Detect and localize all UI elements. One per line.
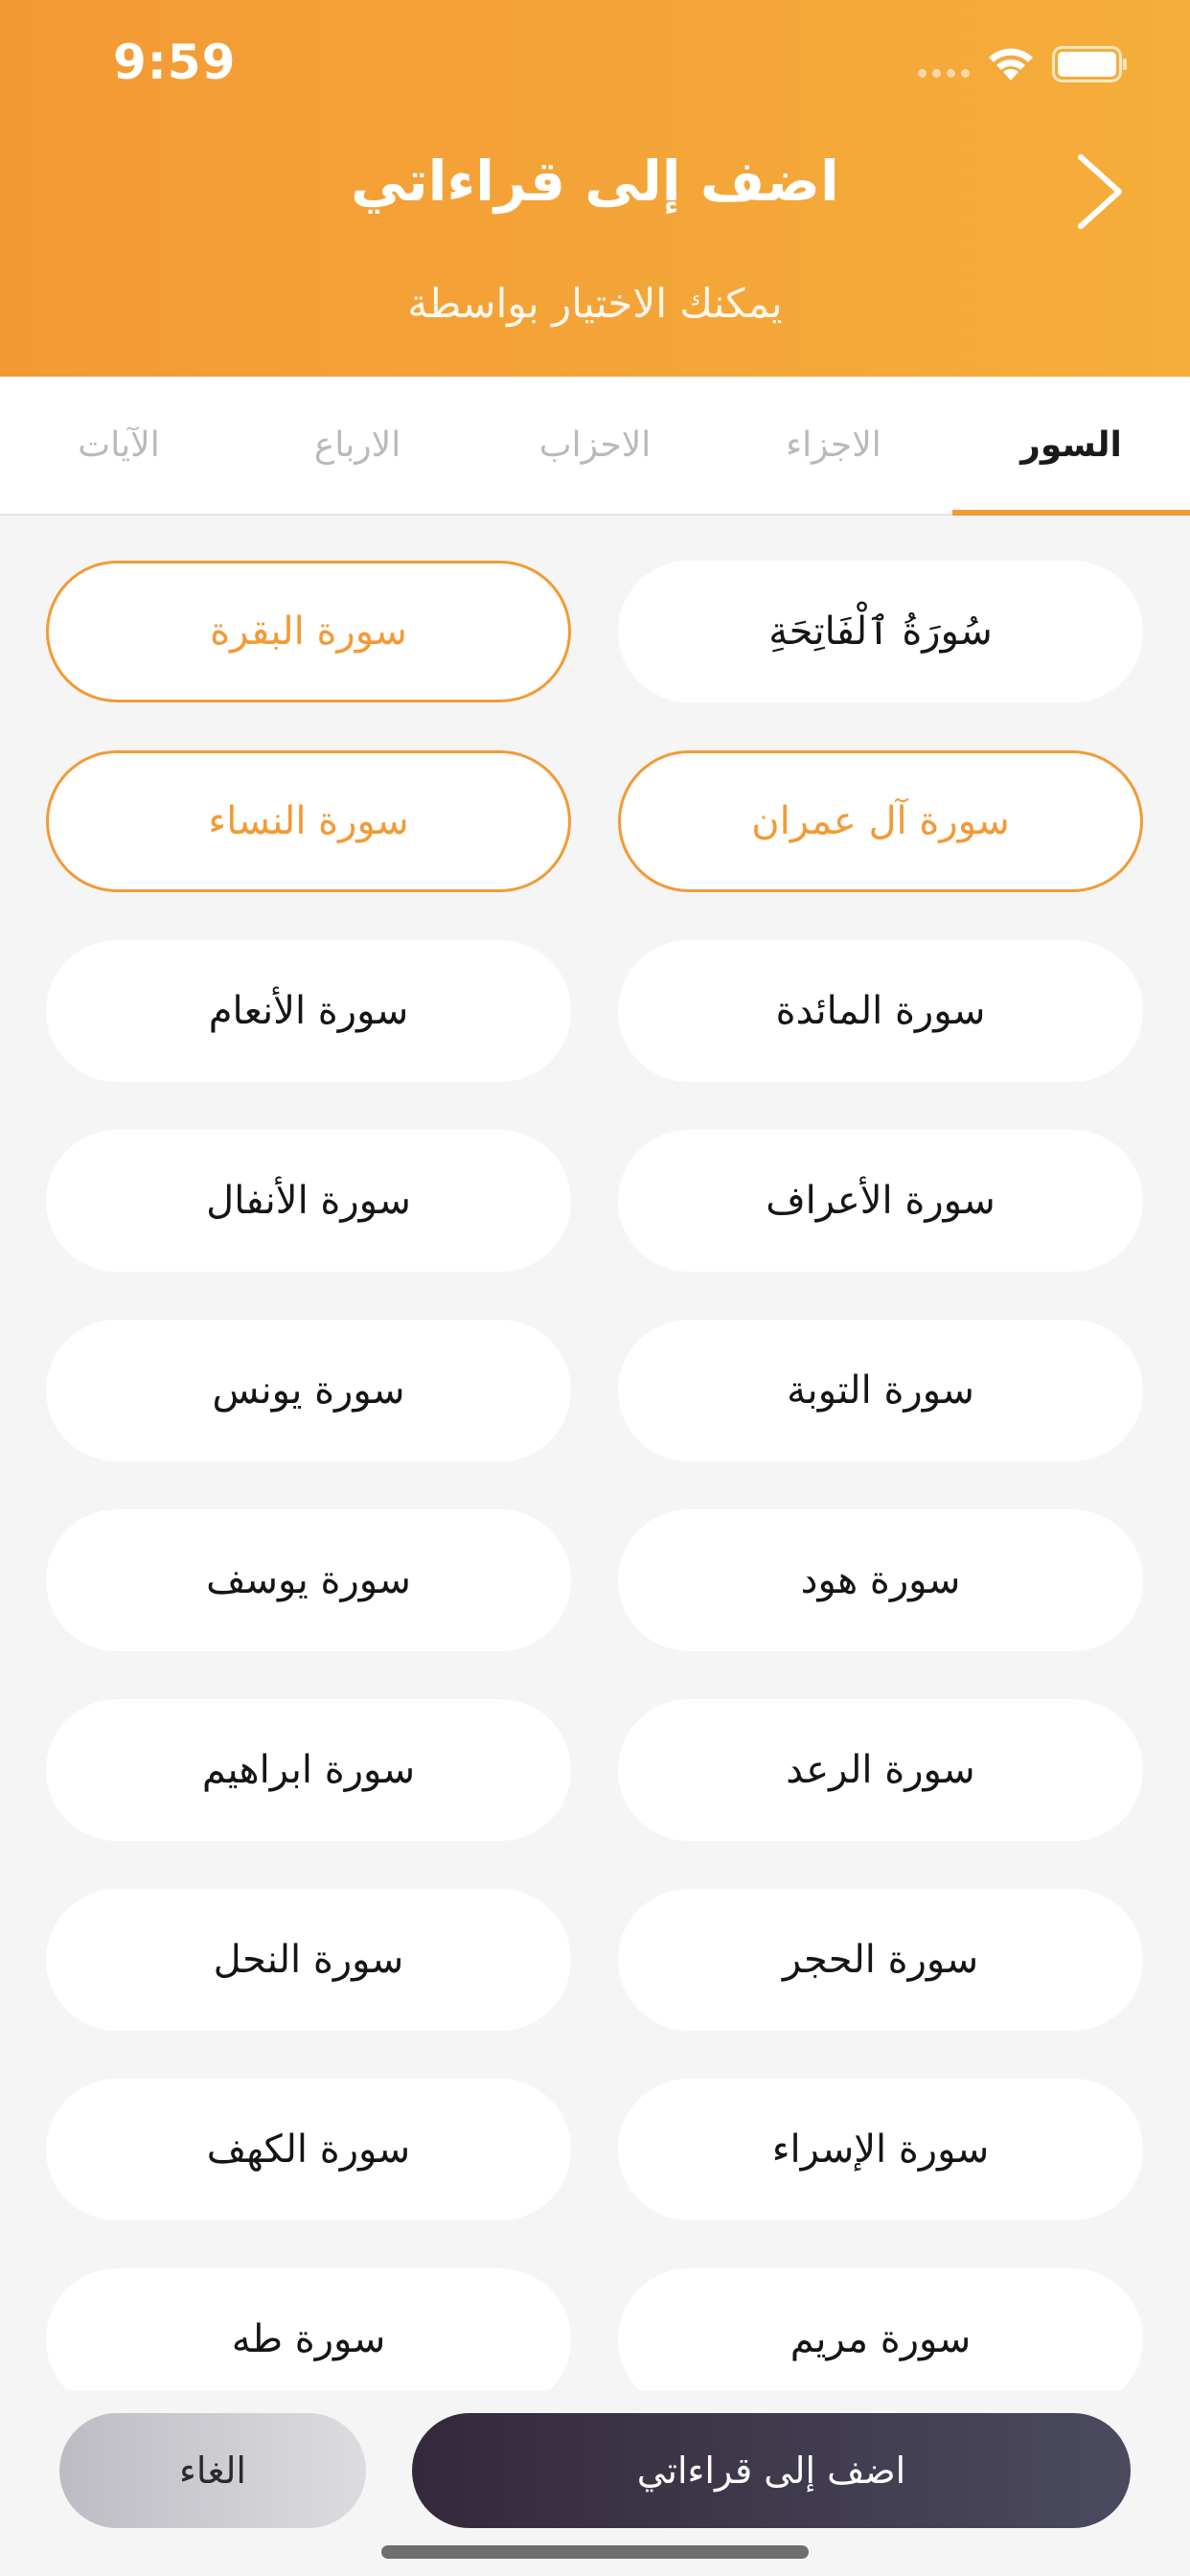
tab-quarters[interactable]: الارباع [239,377,476,514]
surah-button[interactable]: سورة الرعد [618,1699,1143,1841]
battery-icon [1052,46,1127,82]
surah-button[interactable]: سورة آل عمران [618,750,1143,892]
surah-button[interactable]: سورة النحل [46,1889,571,2031]
surah-button[interactable]: سورة هود [618,1509,1143,1651]
surah-button[interactable]: سورة الأنفال [46,1130,571,1272]
surah-button[interactable]: سورة النساء [46,750,571,892]
surah-button[interactable]: سورة الكهف [46,2079,571,2220]
surah-button[interactable]: سورة يونس [46,1320,571,1461]
tab-label: الاجزاء [786,426,881,465]
page-subtitle: يمكنك الاختيار بواسطة [407,280,783,327]
tab-hizb[interactable]: الاحزاب [476,377,714,514]
header: 9:59 اضف إلى قراءاتي يمكنك الاختيار بواس… [0,0,1190,377]
tab-juz[interactable]: الاجزاء [715,377,952,514]
surah-button[interactable]: سورة الأنعام [46,940,571,1082]
status-time: 9:59 [113,34,237,90]
surah-button[interactable]: سورة المائدة [618,940,1143,1082]
surah-button[interactable]: سورة مريم [618,2268,1143,2390]
tab-verses[interactable]: الآيات [0,377,238,514]
surah-button[interactable]: سورة التوبة [618,1320,1143,1461]
tab-label: الآيات [78,426,160,465]
tab-label: السور [1020,426,1122,465]
wifi-icon [989,48,1033,80]
cancel-button[interactable]: الغاء [59,2413,366,2528]
tab-surahs[interactable]: السور [952,377,1190,516]
surah-button[interactable]: سورة ابراهيم [46,1699,571,1841]
chevron-right-icon[interactable] [1071,151,1129,232]
surah-grid: سُورَةُ ٱلْفَاتِحَةِ سورة البقرة سورة آل… [0,516,1190,2390]
tab-bar: السور الاجزاء الاحزاب الارباع الآيات [0,377,1190,516]
page-title: اضف إلى قراءاتي [351,149,839,214]
action-bar: الغاء اضف إلى قراءاتي [0,2390,1190,2576]
surah-button[interactable]: سُورَةُ ٱلْفَاتِحَةِ [618,561,1143,702]
home-indicator[interactable] [381,2545,809,2559]
tab-label: الاحزاب [538,426,652,465]
surah-button[interactable]: سورة البقرة [46,561,571,702]
surah-button[interactable]: سورة الحجر [618,1889,1143,2031]
surah-button[interactable]: سورة يوسف [46,1509,571,1651]
cellular-signal-icon [918,69,970,78]
add-to-readings-button[interactable]: اضف إلى قراءاتي [412,2413,1131,2528]
surah-button[interactable]: سورة الأعراف [618,1130,1143,1272]
surah-button[interactable]: سورة الإسراء [618,2079,1143,2220]
surah-button[interactable]: سورة طه [46,2268,571,2390]
tab-label: الارباع [313,426,401,465]
